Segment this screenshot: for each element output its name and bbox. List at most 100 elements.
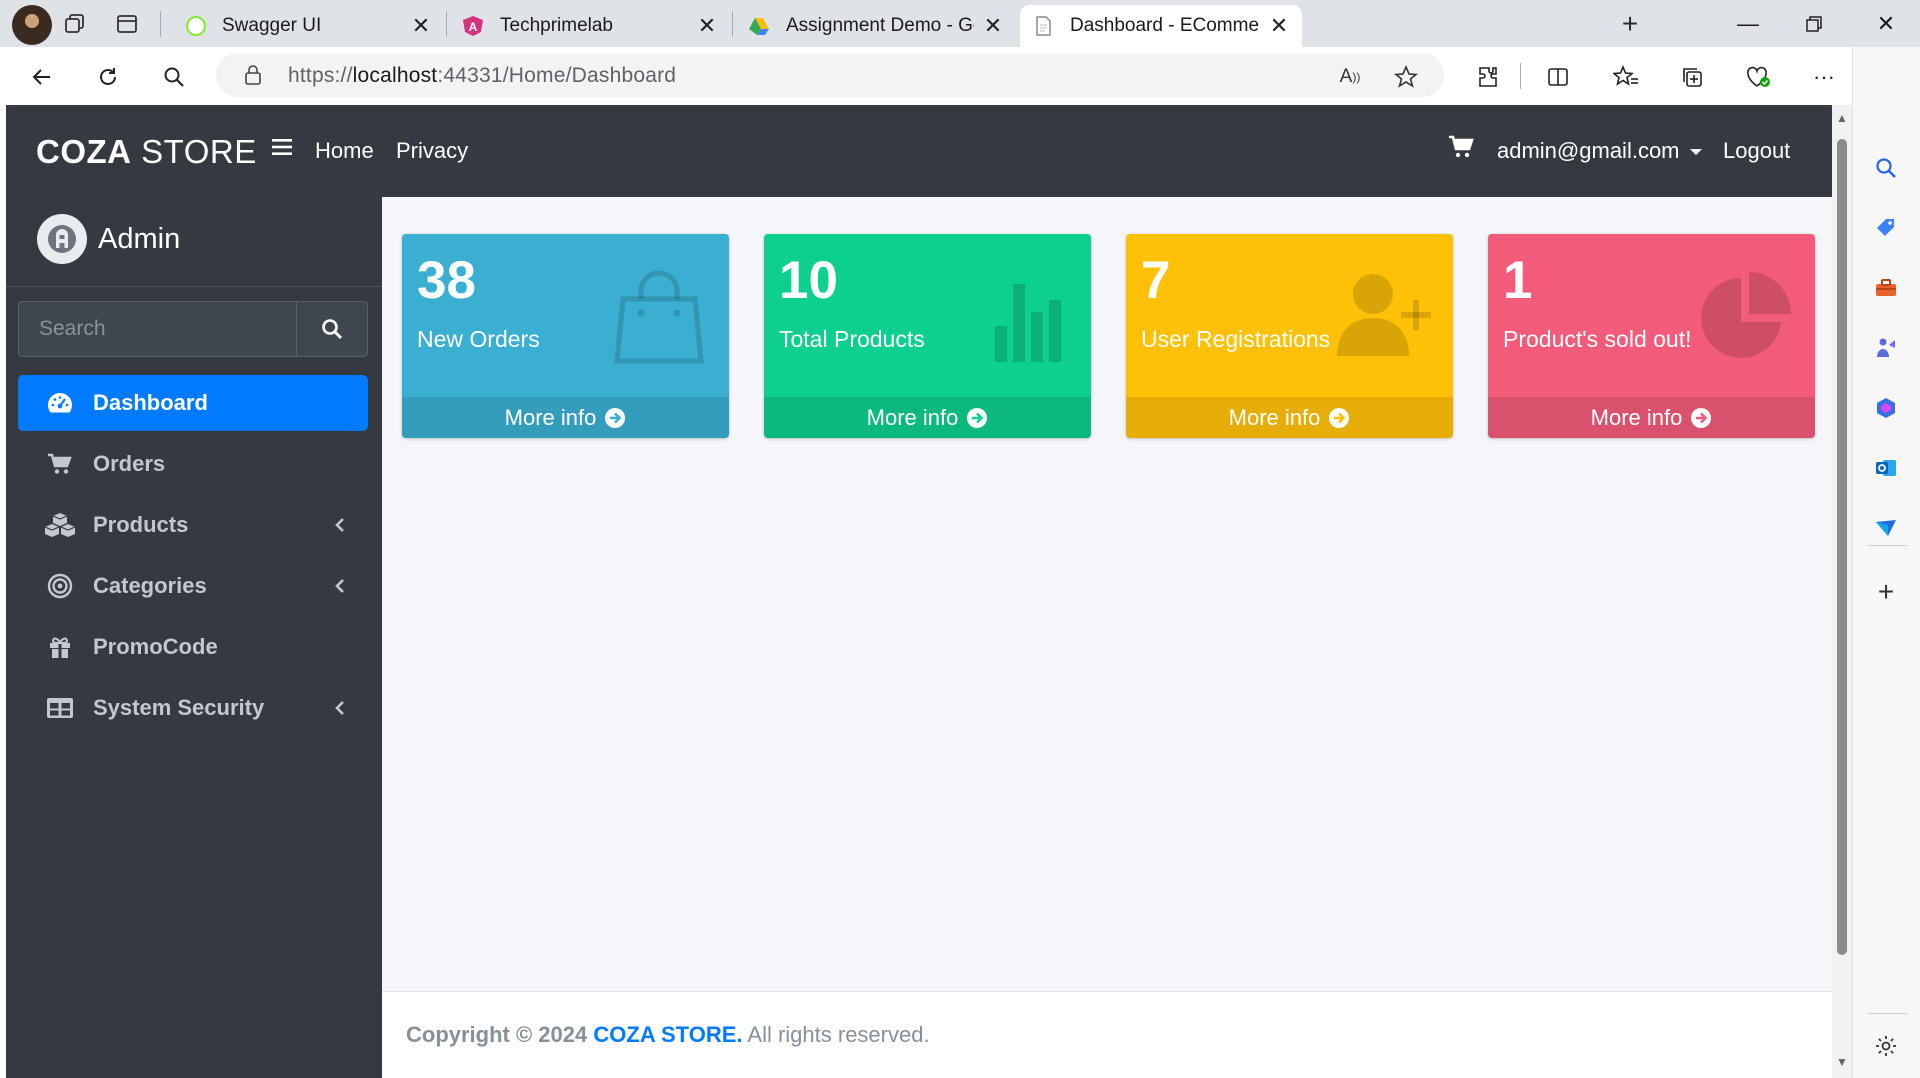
refresh-icon[interactable] xyxy=(92,61,124,93)
url-text[interactable]: https://localhost:44331/Home/Dashboard xyxy=(288,64,676,88)
workspaces-icon[interactable] xyxy=(60,9,90,39)
user-dropdown[interactable]: admin@gmail.com xyxy=(1497,138,1702,164)
sidebar-item-products[interactable]: Products xyxy=(18,497,368,553)
sidebar-item-label: Categories xyxy=(93,573,207,598)
url-field[interactable]: https://localhost:44331/Home/Dashboard A… xyxy=(216,53,1444,97)
close-window-icon[interactable]: ✕ xyxy=(1856,6,1916,42)
address-bar-row: https://localhost:44331/Home/Dashboard A… xyxy=(0,47,1920,105)
close-tab-icon[interactable]: ✕ xyxy=(1268,13,1290,39)
add-sidebar-app-icon[interactable]: + xyxy=(1871,576,1901,607)
more-info-link[interactable]: More info xyxy=(1488,397,1815,438)
sidebar-search-input[interactable] xyxy=(18,301,296,357)
stat-label: New Orders xyxy=(417,326,540,352)
sidebar-search xyxy=(18,301,368,357)
hamburger-menu-icon[interactable] xyxy=(270,135,294,159)
more-options-icon[interactable]: ··· xyxy=(1808,61,1840,93)
tab-title: Dashboard - ECommerceProject xyxy=(1070,15,1260,36)
cart-icon[interactable] xyxy=(1448,135,1474,159)
more-info-link[interactable]: More info xyxy=(1126,397,1453,438)
tab-swagger[interactable]: Swagger UI ✕ xyxy=(164,5,444,47)
extensions-icon[interactable] xyxy=(1472,61,1504,93)
sidebar-item-orders[interactable]: Orders xyxy=(18,436,368,492)
sidebar-item-promocode[interactable]: PromoCode xyxy=(18,619,368,675)
sidebar-item-system-security[interactable]: System Security xyxy=(18,680,368,736)
brand-logo[interactable]: COZA STORE xyxy=(36,133,257,171)
browser-essentials-icon[interactable] xyxy=(1742,61,1774,93)
page-scrollbar[interactable]: ▲ ▼ xyxy=(1832,105,1852,1078)
outlook-icon[interactable] xyxy=(1871,453,1901,483)
user-name[interactable]: Admin xyxy=(98,223,180,256)
profile-avatar[interactable] xyxy=(12,5,52,45)
chevron-left-icon xyxy=(335,518,344,532)
scroll-thumb[interactable] xyxy=(1837,139,1847,955)
user-panel: Admin xyxy=(6,197,382,287)
sidebar-item-label: Dashboard xyxy=(93,390,208,415)
close-tab-icon[interactable]: ✕ xyxy=(982,13,1004,39)
minimize-icon[interactable]: — xyxy=(1718,6,1778,42)
close-tab-icon[interactable]: ✕ xyxy=(696,13,718,39)
footer-brand-link[interactable]: COZA STORE. xyxy=(593,1022,742,1047)
bar-chart-icon xyxy=(995,284,1061,362)
sidebar-search-icon[interactable] xyxy=(1871,153,1901,183)
vertical-tabs-icon[interactable] xyxy=(112,9,142,39)
caret-down-icon xyxy=(1689,149,1702,156)
more-info-link[interactable]: More info xyxy=(402,397,729,438)
games-icon[interactable] xyxy=(1871,333,1901,363)
web-page: COZA STORE Home Privacy admin@gmail.com … xyxy=(6,105,1832,1078)
nav-privacy-link[interactable]: Privacy xyxy=(396,138,468,164)
collections-icon[interactable] xyxy=(1676,61,1708,93)
avatar[interactable] xyxy=(37,214,87,264)
restore-icon[interactable] xyxy=(1784,6,1844,42)
nav-home-link[interactable]: Home xyxy=(315,138,374,164)
scroll-up-icon[interactable]: ▲ xyxy=(1836,111,1848,125)
sidebar-item-dashboard[interactable]: Dashboard xyxy=(18,375,368,431)
gift-icon xyxy=(42,632,78,662)
sidebar-item-categories[interactable]: Categories xyxy=(18,558,368,614)
stat-label: Product's sold out! xyxy=(1503,326,1692,352)
tab-dashboard[interactable]: Dashboard - ECommerceProject ✕ xyxy=(1020,5,1302,47)
stat-value: 38 xyxy=(417,251,476,310)
stat-value: 10 xyxy=(779,251,838,310)
split-screen-icon[interactable] xyxy=(1542,61,1574,93)
scroll-down-icon[interactable]: ▼ xyxy=(1836,1055,1848,1069)
bullseye-icon xyxy=(42,571,78,601)
tab-techprimelab[interactable]: A Techprimelab ✕ xyxy=(450,5,730,47)
arrow-circle-right-icon xyxy=(1329,407,1350,428)
microsoft-365-icon[interactable] xyxy=(1871,393,1901,423)
favorites-icon[interactable] xyxy=(1610,61,1642,93)
sidebar-item-label: Orders xyxy=(93,451,166,476)
tab-title: Assignment Demo - Google Dri xyxy=(786,15,974,36)
tachometer-icon xyxy=(42,388,78,418)
stat-box-new-orders: 38 New Orders More info xyxy=(402,234,729,438)
stat-label: Total Products xyxy=(779,326,925,352)
tools-icon[interactable] xyxy=(1871,273,1901,303)
stat-value: 1 xyxy=(1503,251,1533,310)
settings-gear-icon[interactable] xyxy=(1871,1031,1901,1061)
arrow-circle-right-icon xyxy=(605,407,626,428)
stat-box-total-products: 10 Total Products More info xyxy=(764,234,1091,438)
cart-icon xyxy=(42,449,78,479)
tab-google-drive[interactable]: Assignment Demo - Google Dri ✕ xyxy=(736,5,1016,47)
more-info-link[interactable]: More info xyxy=(764,397,1091,438)
sidebar-search-button[interactable] xyxy=(296,301,368,357)
stat-label: User Registrations xyxy=(1141,326,1331,352)
lock-icon[interactable] xyxy=(244,64,262,86)
shopping-tag-icon[interactable] xyxy=(1871,213,1901,243)
user-plus-icon xyxy=(1337,274,1431,356)
shopping-bag-icon xyxy=(614,270,704,364)
logout-link[interactable]: Logout xyxy=(1723,138,1790,164)
google-drive-icon xyxy=(749,18,769,35)
cubes-icon xyxy=(42,510,78,540)
close-tab-icon[interactable]: ✕ xyxy=(410,13,432,39)
search-icon[interactable] xyxy=(158,61,190,93)
new-tab-icon[interactable]: + xyxy=(1615,8,1645,39)
send-icon[interactable] xyxy=(1871,513,1901,543)
read-aloud-icon[interactable]: A)) xyxy=(1336,63,1364,91)
chevron-left-icon xyxy=(335,701,344,715)
sidebar-item-label: Products xyxy=(93,512,189,537)
back-icon[interactable] xyxy=(26,61,58,93)
favorite-star-icon[interactable] xyxy=(1392,63,1420,91)
stat-box-user-registrations: 7 User Registrations More info xyxy=(1126,234,1453,438)
arrow-circle-right-icon xyxy=(967,407,988,428)
document-icon xyxy=(1036,16,1051,36)
